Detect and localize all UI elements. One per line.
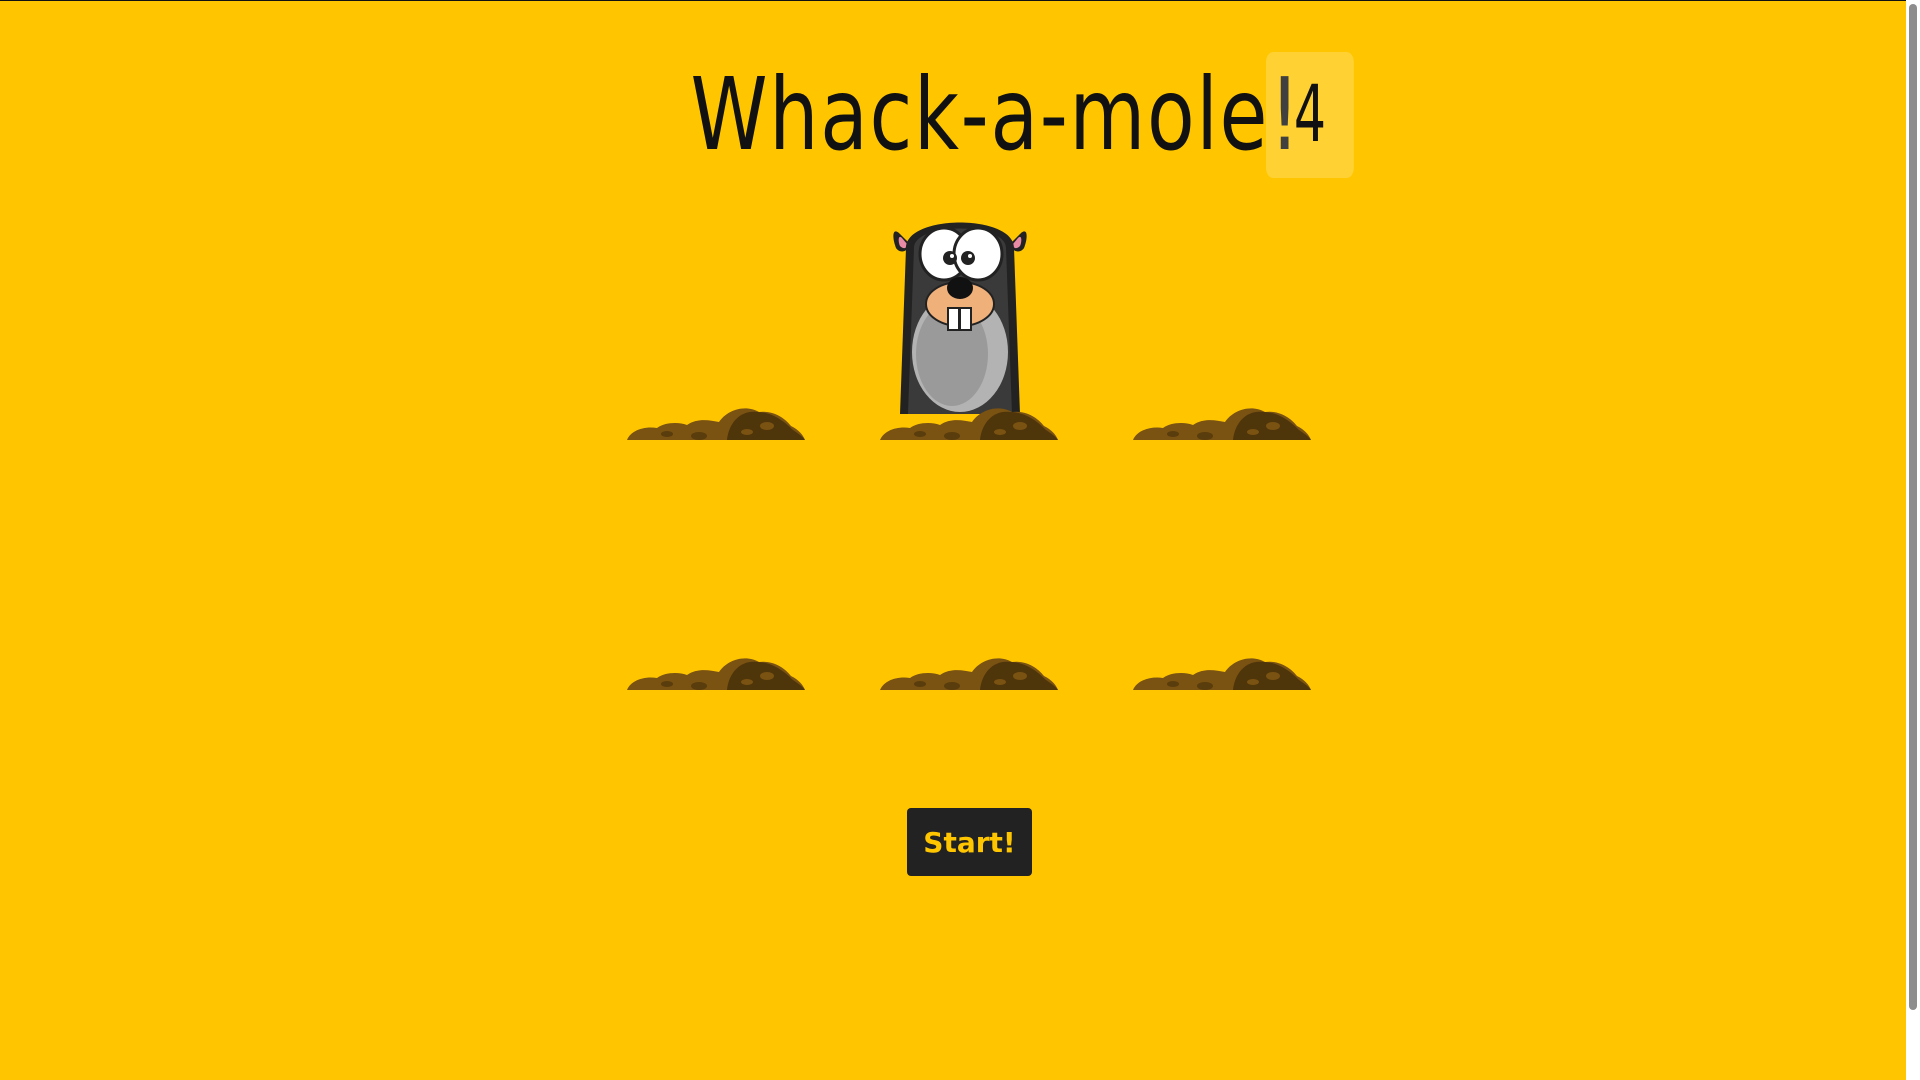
game-title: Whack-a-mole! (690, 56, 1302, 173)
mole-icon[interactable] (880, 204, 1040, 414)
dirt-mound-icon (1133, 408, 1311, 440)
hole-6[interactable] (1112, 440, 1365, 690)
dirt-mound-icon (1133, 658, 1311, 690)
hole-5[interactable] (859, 440, 1112, 690)
dirt-mound-icon (627, 408, 805, 440)
top-border (0, 0, 1906, 1)
scrollbar-thumb[interactable] (1909, 4, 1917, 1010)
dirt-mound-icon (880, 658, 1058, 690)
hole-2[interactable] (859, 190, 1112, 440)
dirt-mound-icon (627, 658, 805, 690)
dirt-mound-icon (880, 408, 1058, 440)
hole-4[interactable] (606, 440, 859, 690)
header: Whack-a-mole! 4 (0, 52, 1906, 178)
scrollbar[interactable] (1906, 0, 1920, 1080)
game-board (606, 190, 1366, 690)
hole-1[interactable] (606, 190, 859, 440)
hole-3[interactable] (1112, 190, 1365, 440)
start-button[interactable]: Start! (907, 808, 1032, 876)
score-badge: 4 (1266, 52, 1355, 178)
